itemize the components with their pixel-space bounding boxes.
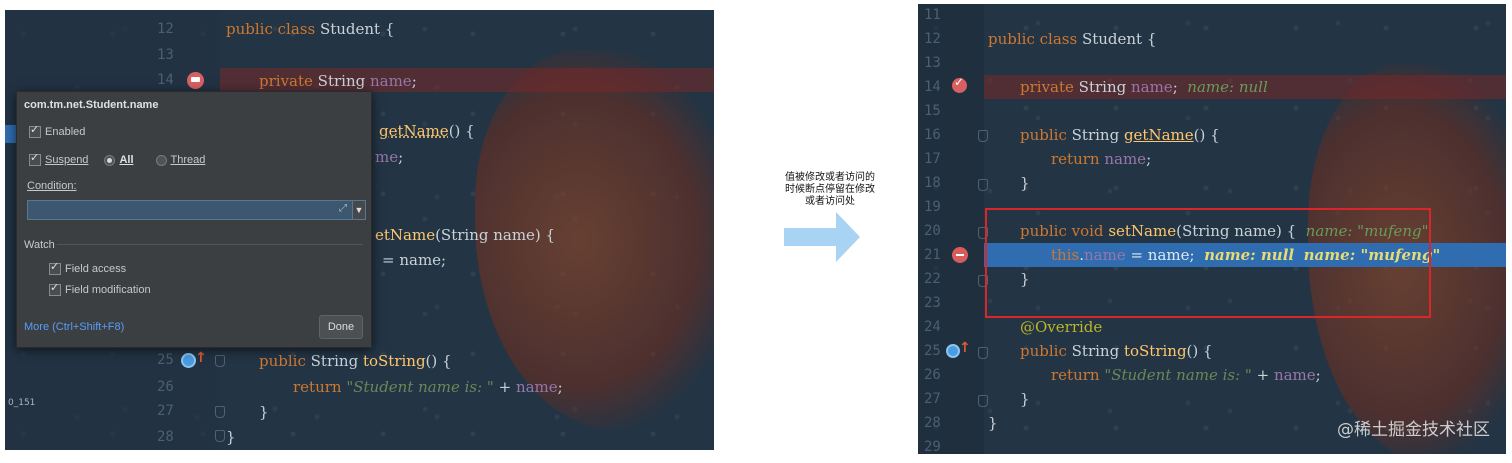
- override-method-icon[interactable]: [181, 353, 196, 368]
- field-modification-label: Field modification: [65, 284, 151, 296]
- side-panel-label: 0_151: [8, 398, 36, 408]
- field-modification-checkbox[interactable]: [49, 281, 61, 296]
- condition-history-dropdown[interactable]: ▼: [352, 200, 366, 220]
- line-number: 16: [924, 127, 941, 143]
- field-watchpoint-check-icon[interactable]: ✓: [952, 75, 967, 93]
- red-highlight-box: [985, 208, 1431, 318]
- line-number: 26: [924, 367, 941, 383]
- condition-input[interactable]: [27, 200, 353, 220]
- line-number: 14: [924, 79, 941, 95]
- line-number: 12: [924, 31, 941, 47]
- field-access-label: Field access: [65, 263, 127, 275]
- line-number: 13: [157, 47, 174, 63]
- breakpoint-icon[interactable]: [952, 247, 968, 263]
- expand-editor-icon[interactable]: ⤢: [339, 203, 347, 214]
- line-number: 19: [924, 199, 941, 215]
- code-line-return-partial: me;: [375, 148, 404, 166]
- code-line-12: public class Student {: [988, 30, 1157, 48]
- line-number: 24: [924, 319, 941, 335]
- enabled-checkbox[interactable]: [29, 123, 41, 138]
- popup-title: com.tm.net.Student.name: [24, 99, 159, 111]
- line-number: 29: [924, 439, 941, 454]
- code-line-28: }: [988, 414, 998, 432]
- line-number: 28: [157, 429, 174, 445]
- override-method-icon[interactable]: [946, 344, 960, 358]
- more-options-link[interactable]: More (Ctrl+Shift+F8): [24, 321, 124, 333]
- code-line-16: public String getName() {: [1020, 126, 1220, 144]
- field-modification-row[interactable]: Field modification: [49, 281, 151, 296]
- line-number: 27: [924, 391, 941, 407]
- watch-separator: [57, 244, 363, 245]
- override-up-arrow-icon: ↑: [195, 350, 207, 366]
- suspend-row: Suspend All Thread: [29, 151, 206, 166]
- inline-debug-value: name: null: [1187, 78, 1268, 96]
- code-line-getname-partial: getName() {: [379, 122, 475, 140]
- code-line-27: }: [1020, 390, 1030, 408]
- line-number: 25: [924, 343, 941, 359]
- done-button[interactable]: Done: [319, 315, 363, 339]
- enabled-checkbox-row[interactable]: Enabled: [29, 123, 86, 138]
- enabled-label: Enabled: [45, 126, 86, 138]
- suspend-thread-label: Thread: [170, 154, 206, 166]
- line-number: 25: [157, 352, 174, 368]
- code-line-assign-partial: = name;: [382, 251, 447, 269]
- suspend-label: Suspend: [45, 154, 89, 166]
- code-line-28: }: [226, 428, 236, 446]
- line-number: 27: [157, 403, 174, 419]
- code-line-12: public class Student {: [226, 20, 395, 38]
- code-line-25: public String toString() {: [259, 352, 452, 370]
- condition-label: Condition:: [27, 180, 77, 192]
- code-line-25: public String toString() {: [1020, 342, 1213, 360]
- line-number: 14: [157, 72, 174, 88]
- code-line-24: @Override: [1020, 318, 1103, 336]
- code-line-26: return "Student name is: " + name;: [293, 378, 563, 396]
- field-access-row[interactable]: Field access: [49, 260, 127, 275]
- code-line-14: private String name;: [259, 72, 417, 90]
- code-line-14: private String name; name: null: [1020, 78, 1268, 96]
- watch-section-label: Watch: [24, 239, 55, 251]
- code-line-26: return "Student name is: " + name;: [1051, 366, 1321, 384]
- line-number: 28: [924, 415, 941, 431]
- right-editor-screenshot: 11 12 13 14 15 16 17 18 19 20 21 22 23 24 25 26 27 28 29 ✓…: [918, 4, 1506, 454]
- annotation-text: 值被修改或者访问的 时候断点停留在修改 或者访问处: [785, 172, 875, 207]
- suspend-all-label: All: [119, 154, 134, 166]
- line-number: 18: [924, 175, 941, 191]
- line-number: 11: [924, 7, 941, 23]
- suspend-thread-radio[interactable]: [155, 154, 167, 166]
- field-access-checkbox[interactable]: [49, 260, 61, 275]
- suspend-checkbox[interactable]: [29, 151, 41, 166]
- line-number: 12: [157, 21, 174, 37]
- right-arrow-shape: [784, 228, 836, 246]
- line-number: 17: [924, 151, 941, 167]
- line-number: 26: [157, 379, 174, 395]
- code-line-27: }: [259, 403, 269, 421]
- breakpoint-properties-popup: com.tm.net.Student.name Enabled Suspend …: [16, 91, 372, 348]
- line-number: 13: [924, 55, 941, 71]
- line-number: 15: [924, 103, 941, 119]
- code-line-18: }: [1020, 174, 1030, 192]
- suspend-all-radio[interactable]: [104, 154, 116, 166]
- right-arrow-head: [836, 212, 860, 262]
- watermark: @稀土掘金技术社区: [1337, 420, 1490, 440]
- override-up-arrow-icon: ↑: [959, 340, 971, 356]
- line-number: 20: [924, 223, 941, 239]
- line-number: 23: [924, 295, 941, 311]
- line-number: 21: [924, 247, 941, 263]
- code-line-17: return name;: [1051, 150, 1152, 168]
- line-number: 22: [924, 271, 941, 287]
- code-line-setname-partial: etName(String name) {: [375, 226, 556, 244]
- field-watchpoint-icon[interactable]: [187, 72, 204, 89]
